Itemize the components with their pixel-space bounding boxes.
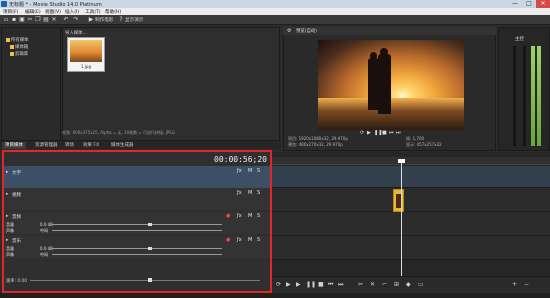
track-header-highlight [2,150,272,293]
preview-info: 项目: 1920x1080x32, 29.970p 预览: 480x270x32… [288,136,493,148]
timeline-lane-video[interactable] [272,188,550,212]
copy-icon[interactable]: ❐ [35,17,41,23]
window-titlebar: 无标题 * - Movie Studio 14.0 Platinum — □ ✕ [0,0,550,8]
open-folder-icon[interactable]: ▪ [11,17,17,23]
media-tree-panel: 所有媒体 媒体箱 剪辑库 [1,27,61,141]
meter-level-right [537,46,541,146]
bottom-status-bar [0,293,550,298]
region-icon[interactable]: ▭ [418,281,424,288]
redo-icon[interactable]: ↷ [73,17,79,23]
meter-track-right [523,46,526,146]
tree-item-media-bins[interactable]: 媒体箱 [10,44,28,50]
make-movie-icon[interactable]: ▶ [88,17,94,23]
preview-sea [318,98,464,130]
folder-icon [10,44,14,49]
paste-icon[interactable]: ▤ [43,17,49,23]
trim-icon[interactable]: ⌐ [382,281,387,288]
preview-info-preview: 预览: 480x270x32, 29.970p [288,142,343,147]
timeline-transport: ⟳ ▶ ▶ ❚❚ ■ ⏮ ⏭ ✂ ✕ ⌐ ⊞ ◆ ▭ + − [272,276,550,292]
media-status: 视频: 600x375x25, Alpha = 无, 10帧数 = 可进行拼接,… [62,130,175,135]
stop-icon[interactable]: ■ [318,281,324,288]
tab-explorer[interactable]: 资源管理器 [32,142,61,149]
cut-icon[interactable]: ✂ [27,17,33,23]
import-media-button[interactable]: 导入媒体... [65,30,87,36]
save-icon[interactable]: ▣ [19,17,25,23]
close-button[interactable]: ✕ [536,0,550,8]
play-icon[interactable]: ▶ [296,281,301,288]
record-icon[interactable]: ⟳ [276,281,281,288]
marker-icon[interactable]: ◆ [406,281,411,288]
delete-icon[interactable]: ✕ [51,17,57,23]
video-clip[interactable] [393,189,404,212]
maximize-button[interactable]: □ [522,0,536,8]
go-end-icon[interactable]: ⏭ [338,281,343,289]
tab-project-media[interactable]: 项目媒体 [2,142,26,149]
media-thumbnail[interactable]: 1.jpg [67,37,105,72]
show-me-how-icon[interactable]: ? [118,17,124,23]
minimize-button[interactable]: — [508,0,522,8]
preview-info-display: 显示: 457x257x32 [406,142,442,147]
tab-media-generators[interactable]: 媒体生成器 [108,142,137,149]
tab-effects[interactable]: 效果 FX [80,142,102,149]
zoom-out-icon[interactable]: − [524,281,529,288]
silhouette-right [378,54,391,114]
video-preview [318,40,464,130]
preview-toolbar: ⚙ 预览(自动) [283,27,496,35]
go-start-icon[interactable]: ⏮ [328,281,333,289]
show-me-how-button[interactable]: 显示演示 [125,17,143,23]
new-project-icon[interactable]: ▫ [3,17,9,23]
tree-item-all-media[interactable]: 所有媒体 [6,37,29,43]
menu-bar: 项目(F) 编辑(E) 视图(V) 插入(I) 工具(T) 帮助(H) [0,8,550,15]
tree-item-clip-library[interactable]: 剪辑库 [10,51,28,57]
timeline-ruler[interactable] [272,157,550,165]
preview-quality-select[interactable]: 预览(自动) [296,28,317,34]
timeline-lane-audio[interactable] [272,212,550,236]
folder-icon [10,51,14,56]
snap-icon[interactable]: ⊞ [394,281,399,288]
playhead-handle[interactable] [398,159,405,163]
master-meter-panel: 主控 [498,27,550,151]
folder-icon [6,37,10,42]
undo-icon[interactable]: ↶ [63,17,69,23]
master-label: 主控 [515,37,524,42]
make-movie-button[interactable]: 制作电影 [95,17,113,23]
meter-level-left [531,46,535,146]
meter-track-left [513,46,516,146]
pause-icon[interactable]: ❚❚ [306,281,316,288]
preview-settings-icon[interactable]: ⚙ [287,28,291,34]
app-icon [1,1,7,7]
window-title: 无标题 * - Movie Studio 14.0 Platinum [9,2,102,8]
thumbnail-filename: 1.jpg [80,64,91,69]
main-toolbar: ▫ ▪ ▣ ✂ ❐ ▤ ✕ ↶ ↷ ▶ 制作电影 ? 显示演示 [0,15,550,25]
thumbnail-image [70,40,102,62]
timeline-lane-music[interactable] [272,236,550,260]
zoom-in-icon[interactable]: + [512,281,517,288]
left-tabs-bar: 项目媒体 资源管理器 转场 效果 FX 媒体生成器 [0,141,281,149]
tab-transitions[interactable]: 转场 [62,142,77,149]
playhead-line [401,159,402,276]
timeline-lane-text[interactable] [272,166,550,188]
split-icon[interactable]: ✂ [358,281,363,288]
delete-event-icon[interactable]: ✕ [370,281,375,288]
play-from-start-icon[interactable]: ▶ [286,281,291,288]
